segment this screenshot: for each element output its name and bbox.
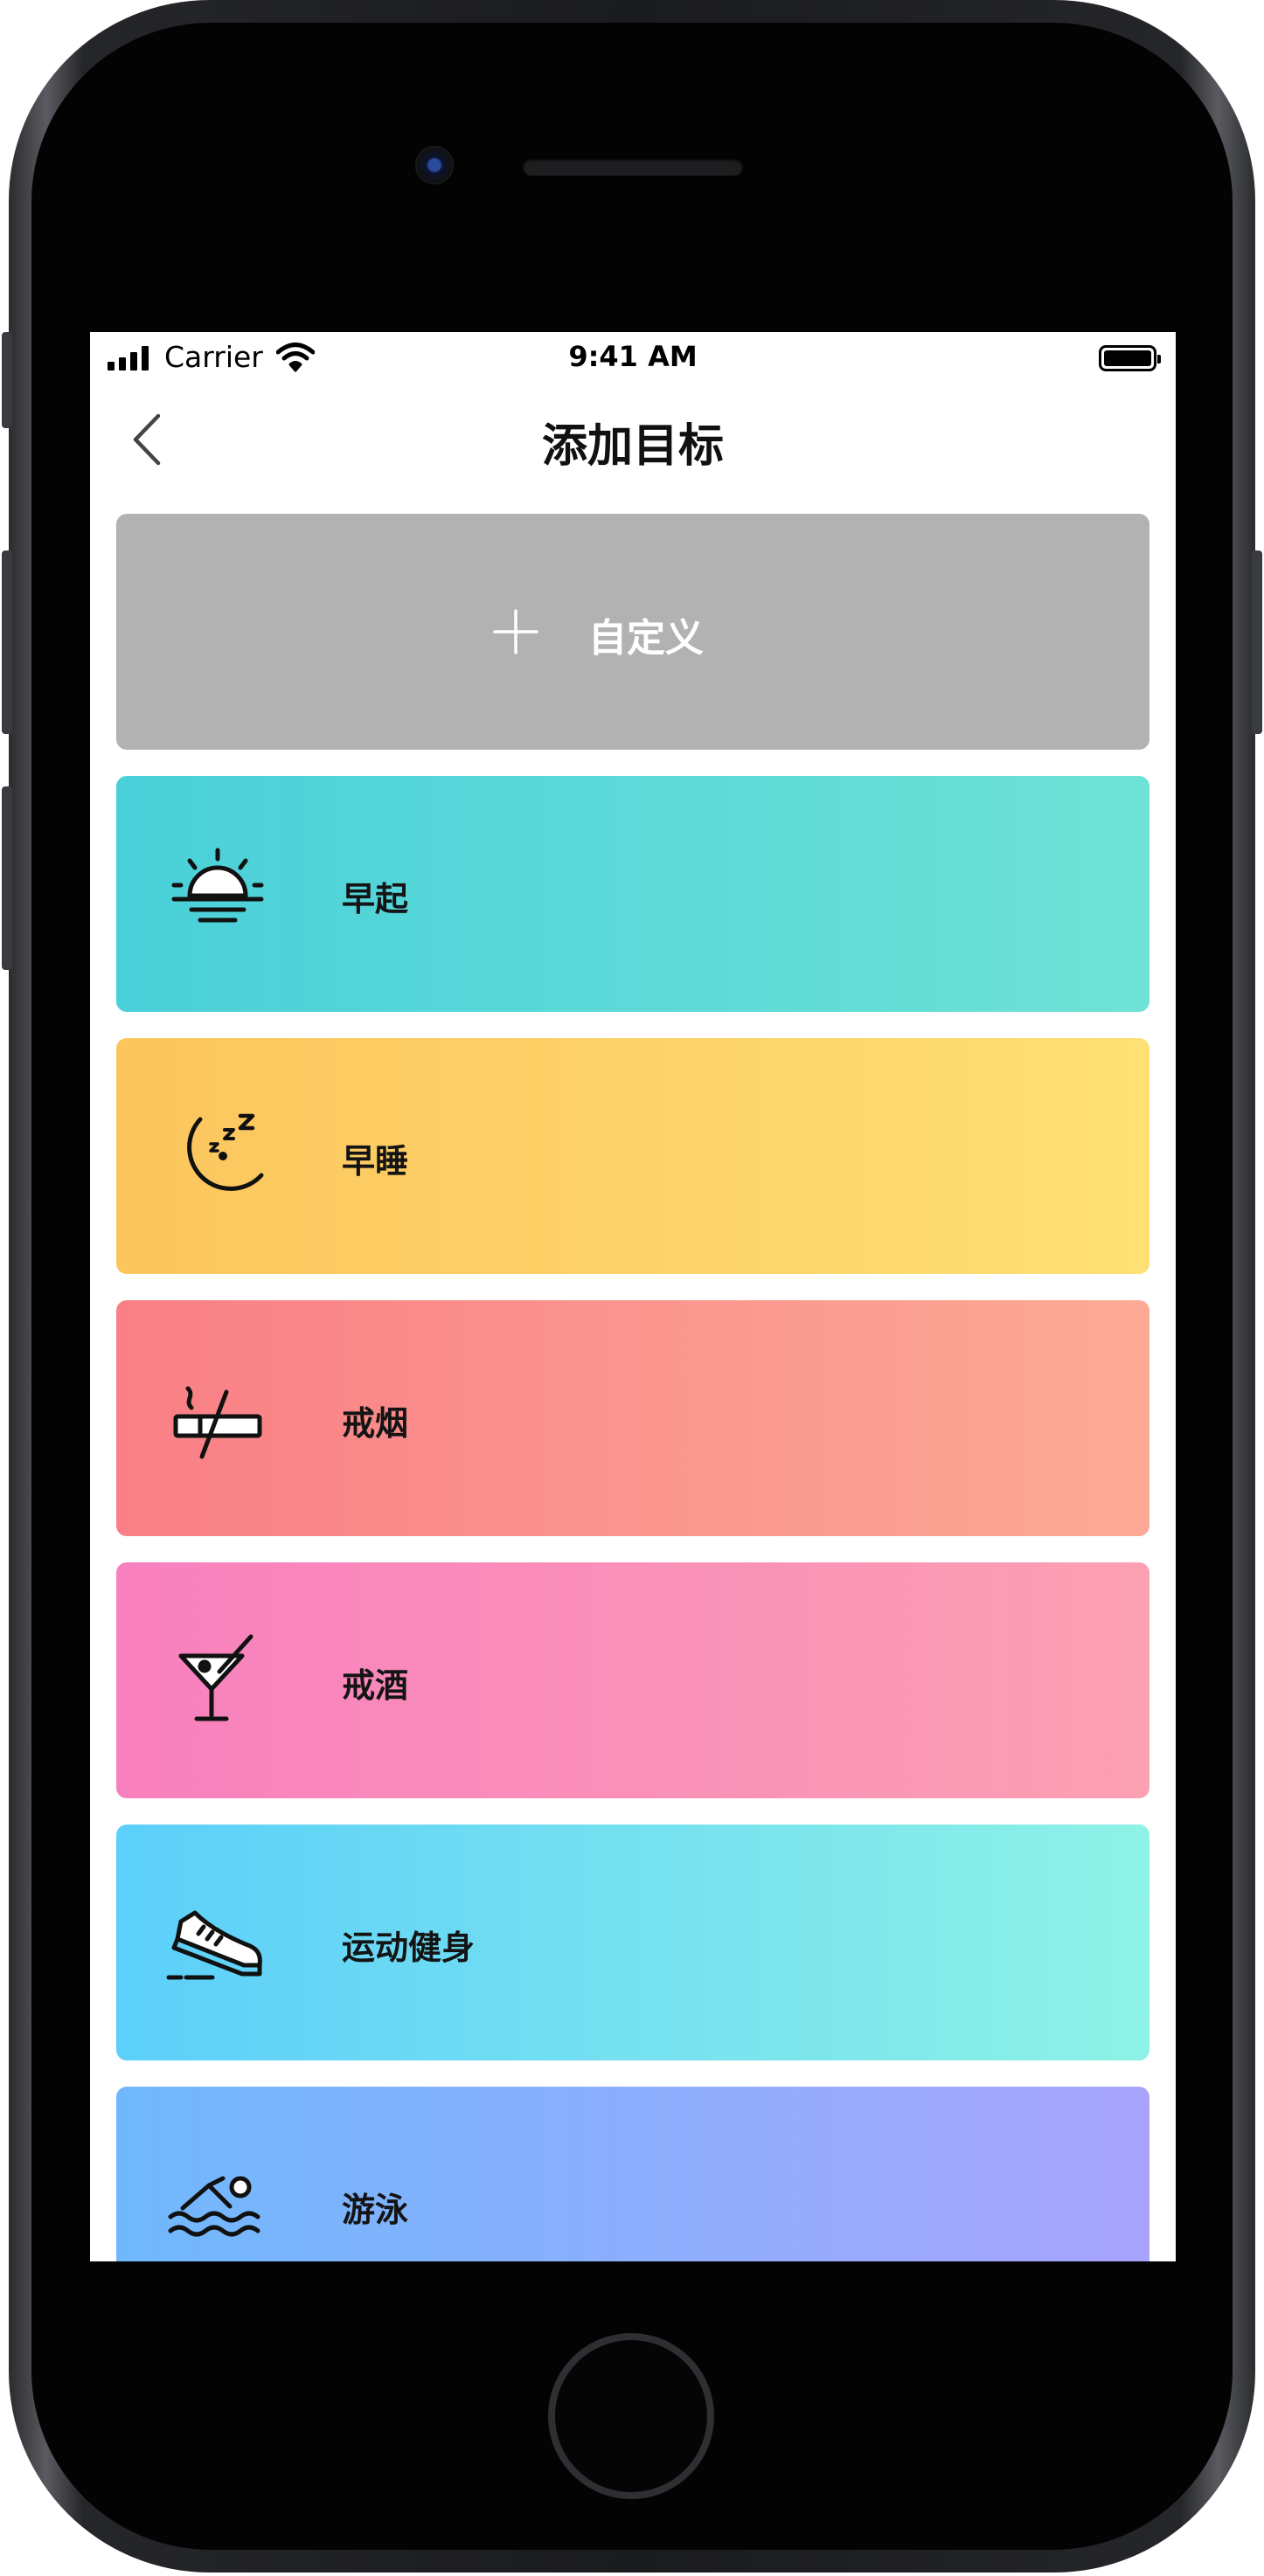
goal-label: 早睡 (342, 1142, 409, 1181)
custom-goal-button[interactable]: 自定义 (116, 514, 1149, 750)
goal-item-quit-drinking[interactable]: 戒酒 (116, 1562, 1149, 1798)
goal-label: 运动健身 (342, 1929, 476, 1967)
front-camera (415, 146, 454, 184)
goal-label: 戒酒 (342, 1666, 409, 1705)
home-button[interactable] (548, 2333, 714, 2499)
moon-sleep-icon (187, 1113, 264, 1191)
volume-up-button (2, 551, 12, 734)
custom-goal-label: 自定义 (588, 616, 704, 661)
goal-label: 戒烟 (342, 1404, 409, 1443)
plus-icon (493, 609, 538, 654)
goal-item-quit-smoking[interactable]: 戒烟 (116, 1300, 1149, 1536)
status-bar: Carrier 9:41 AM (90, 332, 1176, 384)
goal-label: 早起 (342, 880, 409, 918)
goal-item-fitness[interactable]: 运动健身 (116, 1825, 1149, 2060)
swimmer-icon (168, 2176, 260, 2237)
goal-label: 游泳 (342, 2191, 409, 2229)
navigation-bar: 添加目标 (90, 384, 1176, 489)
goal-item-early-rise[interactable]: 早起 (116, 776, 1149, 1012)
goal-list: 自定义 早起 早睡 戒烟 戒酒 运动健身 游泳 (116, 514, 1149, 2261)
power-button (1252, 551, 1262, 734)
silent-switch (2, 332, 12, 428)
cocktail-icon (178, 1634, 253, 1721)
sneaker-icon (166, 1910, 262, 1980)
battery-icon (1099, 345, 1161, 371)
sunrise-icon (171, 848, 264, 923)
volume-down-button (2, 786, 12, 970)
phone-device: Carrier 9:41 AM 添加目标 自定义 早起 早睡 戒烟 戒酒 运动健… (0, 0, 1264, 2576)
app-screen: Carrier 9:41 AM 添加目标 自定义 早起 早睡 戒烟 戒酒 运动健… (90, 332, 1176, 2261)
goal-item-early-sleep[interactable]: 早睡 (116, 1038, 1149, 1274)
goal-item-swimming[interactable]: 游泳 (116, 2087, 1149, 2261)
page-title: 添加目标 (541, 420, 724, 473)
earpiece-speaker (523, 158, 743, 176)
status-time: 9:41 AM (568, 340, 698, 373)
no-smoking-icon (173, 1386, 262, 1459)
